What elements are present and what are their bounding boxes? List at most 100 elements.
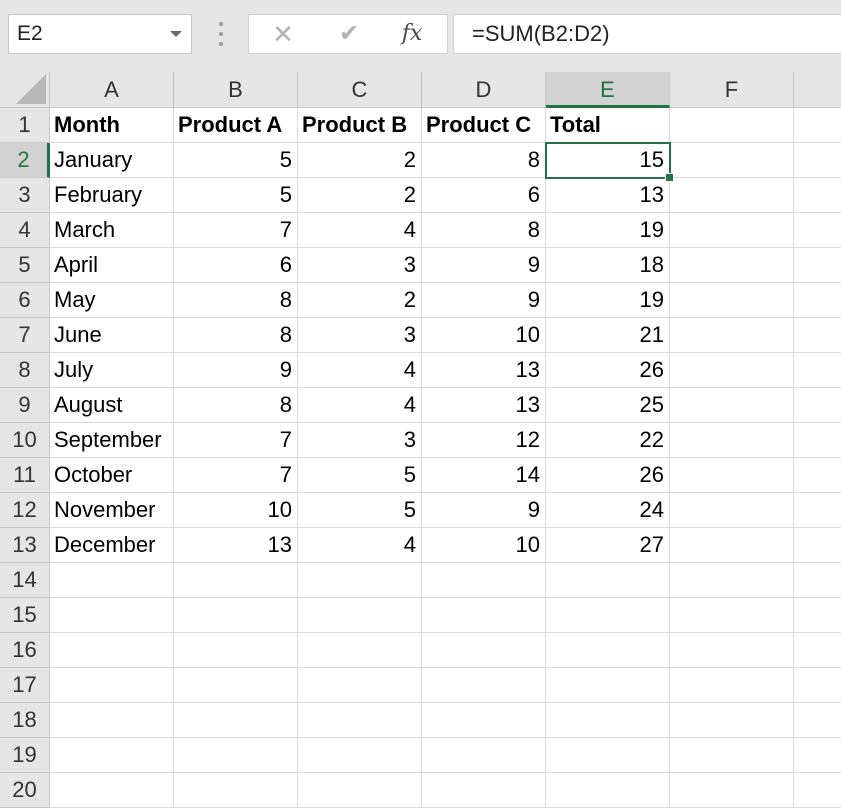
cell[interactable] bbox=[670, 318, 794, 353]
cell[interactable] bbox=[670, 458, 794, 493]
row-header-15[interactable]: 15 bbox=[0, 598, 50, 633]
value-cell[interactable]: 4 bbox=[298, 388, 422, 423]
month-cell[interactable]: September bbox=[50, 423, 174, 458]
month-cell[interactable]: August bbox=[50, 388, 174, 423]
value-cell[interactable]: 3 bbox=[298, 248, 422, 283]
header-cell[interactable]: Product A bbox=[174, 108, 298, 143]
value-cell[interactable]: 5 bbox=[174, 143, 298, 178]
value-cell[interactable]: 10 bbox=[174, 493, 298, 528]
cell[interactable] bbox=[50, 633, 174, 668]
value-cell[interactable]: 7 bbox=[174, 423, 298, 458]
cell[interactable] bbox=[794, 248, 841, 283]
close-icon[interactable]: ✕ bbox=[263, 15, 303, 53]
cell[interactable] bbox=[670, 773, 794, 808]
column-header-b[interactable]: B bbox=[174, 72, 298, 108]
month-cell[interactable]: January bbox=[50, 143, 174, 178]
cell[interactable] bbox=[794, 738, 841, 773]
row-header-20[interactable]: 20 bbox=[0, 773, 50, 808]
value-cell[interactable]: 8 bbox=[422, 213, 546, 248]
cell[interactable] bbox=[794, 213, 841, 248]
cell[interactable] bbox=[298, 598, 422, 633]
header-cell[interactable]: Month bbox=[50, 108, 174, 143]
cell[interactable] bbox=[794, 353, 841, 388]
cell[interactable] bbox=[794, 423, 841, 458]
value-cell[interactable]: 7 bbox=[174, 213, 298, 248]
header-cell[interactable]: Total bbox=[546, 108, 670, 143]
column-header-e[interactable]: E bbox=[546, 72, 670, 108]
cell[interactable] bbox=[670, 143, 794, 178]
value-cell[interactable]: 15 bbox=[546, 143, 670, 178]
cell[interactable] bbox=[174, 738, 298, 773]
header-cell[interactable]: Product C bbox=[422, 108, 546, 143]
cell[interactable] bbox=[546, 598, 670, 633]
cell[interactable] bbox=[422, 563, 546, 598]
value-cell[interactable]: 19 bbox=[546, 213, 670, 248]
header-cell[interactable]: Product B bbox=[298, 108, 422, 143]
column-header-a[interactable]: A bbox=[50, 72, 174, 108]
value-cell[interactable]: 6 bbox=[174, 248, 298, 283]
cell[interactable] bbox=[174, 563, 298, 598]
cell[interactable] bbox=[670, 108, 794, 143]
value-cell[interactable]: 2 bbox=[298, 178, 422, 213]
cell[interactable] bbox=[174, 773, 298, 808]
row-header-7[interactable]: 7 bbox=[0, 318, 50, 353]
cell[interactable] bbox=[794, 703, 841, 738]
drag-handle-icon[interactable] bbox=[218, 22, 224, 48]
value-cell[interactable]: 8 bbox=[174, 318, 298, 353]
row-header-10[interactable]: 10 bbox=[0, 423, 50, 458]
select-all-button[interactable] bbox=[0, 72, 50, 108]
month-cell[interactable]: November bbox=[50, 493, 174, 528]
name-box[interactable]: E2 bbox=[8, 14, 192, 54]
row-header-1[interactable]: 1 bbox=[0, 108, 50, 143]
row-header-8[interactable]: 8 bbox=[0, 353, 50, 388]
value-cell[interactable]: 2 bbox=[298, 143, 422, 178]
cell[interactable] bbox=[794, 668, 841, 703]
cell[interactable] bbox=[422, 703, 546, 738]
value-cell[interactable]: 5 bbox=[298, 493, 422, 528]
month-cell[interactable]: April bbox=[50, 248, 174, 283]
cell[interactable] bbox=[794, 633, 841, 668]
column-header-d[interactable]: D bbox=[422, 72, 546, 108]
cell[interactable] bbox=[298, 668, 422, 703]
cell[interactable] bbox=[50, 703, 174, 738]
insert-function-icon[interactable]: fx bbox=[392, 15, 432, 53]
value-cell[interactable]: 7 bbox=[174, 458, 298, 493]
value-cell[interactable]: 4 bbox=[298, 528, 422, 563]
cell[interactable] bbox=[50, 738, 174, 773]
row-header-4[interactable]: 4 bbox=[0, 213, 50, 248]
cell[interactable] bbox=[298, 633, 422, 668]
value-cell[interactable]: 25 bbox=[546, 388, 670, 423]
value-cell[interactable]: 12 bbox=[422, 423, 546, 458]
value-cell[interactable]: 6 bbox=[422, 178, 546, 213]
row-header-17[interactable]: 17 bbox=[0, 668, 50, 703]
cell[interactable] bbox=[794, 143, 841, 178]
value-cell[interactable]: 8 bbox=[422, 143, 546, 178]
cell[interactable] bbox=[422, 668, 546, 703]
month-cell[interactable]: March bbox=[50, 213, 174, 248]
cell[interactable] bbox=[670, 528, 794, 563]
value-cell[interactable]: 5 bbox=[298, 458, 422, 493]
cell[interactable] bbox=[794, 528, 841, 563]
cell[interactable] bbox=[422, 598, 546, 633]
cell[interactable] bbox=[546, 633, 670, 668]
row-header-13[interactable]: 13 bbox=[0, 528, 50, 563]
value-cell[interactable]: 24 bbox=[546, 493, 670, 528]
row-header-2[interactable]: 2 bbox=[0, 143, 50, 178]
cell[interactable] bbox=[794, 458, 841, 493]
month-cell[interactable]: July bbox=[50, 353, 174, 388]
cell[interactable] bbox=[794, 108, 841, 143]
cell[interactable] bbox=[670, 248, 794, 283]
cell[interactable] bbox=[174, 633, 298, 668]
check-icon[interactable]: ✔ bbox=[329, 15, 369, 53]
cell[interactable] bbox=[670, 738, 794, 773]
value-cell[interactable]: 8 bbox=[174, 283, 298, 318]
month-cell[interactable]: December bbox=[50, 528, 174, 563]
cell[interactable] bbox=[670, 423, 794, 458]
cell[interactable] bbox=[546, 668, 670, 703]
row-header-3[interactable]: 3 bbox=[0, 178, 50, 213]
value-cell[interactable]: 10 bbox=[422, 528, 546, 563]
value-cell[interactable]: 4 bbox=[298, 213, 422, 248]
value-cell[interactable]: 27 bbox=[546, 528, 670, 563]
cell[interactable] bbox=[298, 563, 422, 598]
month-cell[interactable]: May bbox=[50, 283, 174, 318]
